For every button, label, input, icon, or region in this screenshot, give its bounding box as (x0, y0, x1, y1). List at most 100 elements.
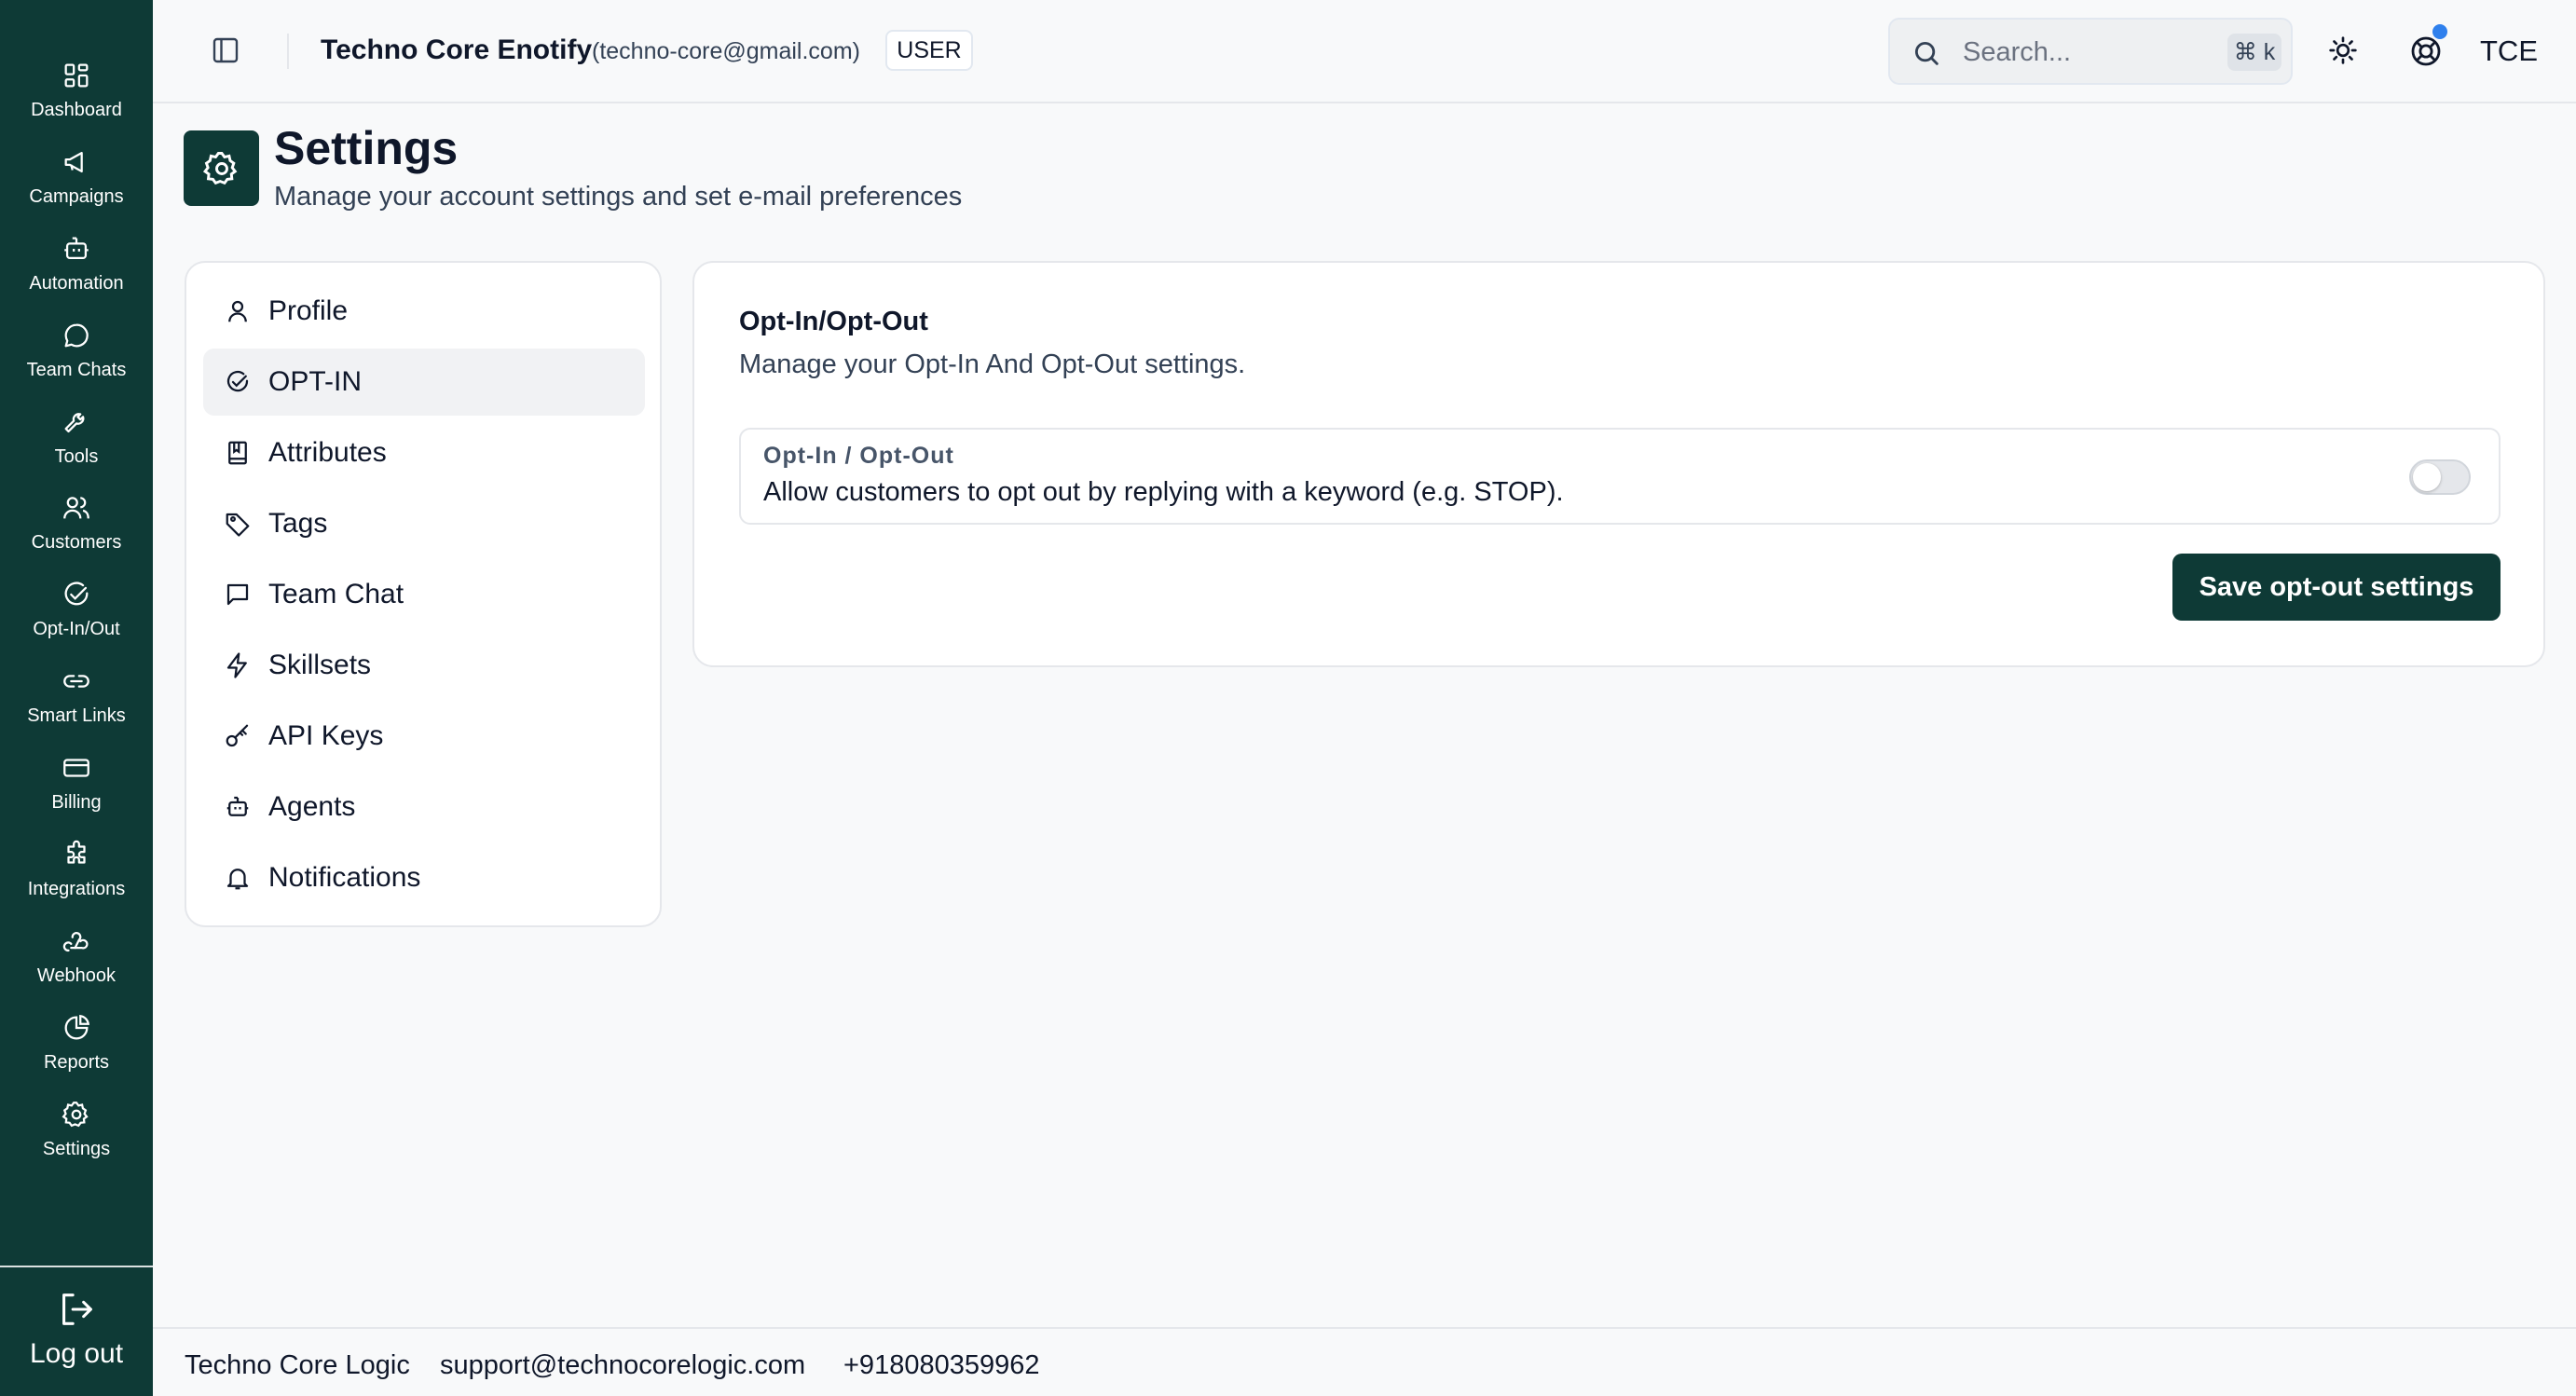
topbar-divider (287, 34, 289, 69)
check-circle-icon (64, 582, 89, 606)
settings-nav-profile[interactable]: Profile (203, 278, 645, 345)
sidebar-item-label: Billing (51, 792, 102, 813)
dashboard-icon (64, 63, 89, 88)
settings-nav: Profile OPT-IN Attributes Tags Team Chat… (185, 261, 662, 927)
wrench-icon (64, 413, 85, 433)
section-subtitle: Manage your Opt-In And Opt-Out settings. (739, 349, 1246, 379)
key-icon (226, 724, 249, 747)
settings-nav-agents[interactable]: Agents (203, 773, 645, 841)
sidebar-item-integrations[interactable]: Integrations (0, 839, 153, 917)
opt-out-toggle[interactable] (2409, 459, 2471, 495)
webhook-icon (62, 932, 89, 952)
bot-icon (64, 237, 89, 260)
settings-nav-opt-in[interactable]: OPT-IN (203, 349, 645, 416)
megaphone-icon (64, 151, 83, 173)
org-email: (techno-core@gmail.com) (592, 38, 860, 64)
sidebar-item-label: Settings (42, 1139, 111, 1159)
user-icon (228, 300, 247, 322)
footer: Techno Core Logic support@technocorelogi… (153, 1327, 2576, 1396)
toggle-sidebar-button[interactable] (209, 34, 242, 67)
panel-left-icon (212, 37, 239, 63)
search-icon (1914, 41, 1939, 65)
bell-icon (226, 869, 249, 890)
sidebar-item-webhook[interactable]: Webhook (0, 925, 153, 1004)
bot-icon (226, 796, 249, 816)
footer-phone[interactable]: +918080359962 (843, 1348, 1039, 1383)
sidebar-item-customers[interactable]: Customers (0, 492, 153, 570)
sidebar-item-label: Customers (31, 532, 122, 553)
settings-nav-tags[interactable]: Tags (203, 490, 645, 557)
message-square-icon (226, 583, 249, 606)
sidebar-item-label: Webhook (36, 965, 116, 986)
zap-icon (226, 652, 247, 678)
settings-nav-skillsets[interactable]: Skillsets (203, 632, 645, 699)
settings-nav-label: Team Chat (268, 579, 404, 609)
tag-icon (226, 513, 250, 537)
chat-bubble-icon (64, 323, 89, 348)
sidebar-item-dashboard[interactable]: Dashboard (0, 60, 153, 138)
save-opt-out-settings-button[interactable]: Save opt-out settings (2172, 554, 2501, 621)
logout-button[interactable]: Log out (0, 1288, 153, 1390)
avatar[interactable]: TCE (2478, 21, 2540, 82)
sidebar-divider (0, 1266, 153, 1267)
page-title: Settings (274, 122, 459, 174)
logout-label: Log out (29, 1338, 124, 1369)
pie-chart-icon (64, 1014, 90, 1040)
main-sidebar: Dashboard Campaigns Automation Team Chat… (0, 0, 153, 1396)
sidebar-item-billing[interactable]: Billing (0, 752, 153, 830)
search-box[interactable]: ⌘ k (1888, 18, 2293, 85)
sidebar-item-reports[interactable]: Reports (0, 1012, 153, 1090)
sidebar-item-automation[interactable]: Automation (0, 233, 153, 311)
sidebar-item-opt-in-out[interactable]: Opt-In/Out (0, 579, 153, 657)
settings-nav-label: Attributes (268, 437, 387, 468)
sidebar-item-tools[interactable]: Tools (0, 406, 153, 485)
credit-card-icon (63, 759, 89, 777)
search-input[interactable] (1963, 33, 2196, 72)
sidebar-item-campaigns[interactable]: Campaigns (0, 146, 153, 225)
footer-support-email[interactable]: support@technocorelogic.com (440, 1348, 805, 1383)
gear-icon (202, 152, 238, 185)
sidebar-item-label: Tools (54, 446, 99, 467)
search-shortcut-hint: ⌘ k (2227, 34, 2281, 71)
sidebar-item-label: Opt-In/Out (33, 619, 120, 639)
puzzle-icon (67, 840, 86, 864)
sidebar-item-label: Automation (29, 273, 124, 294)
settings-nav-label: OPT-IN (268, 366, 363, 397)
link-icon (63, 675, 89, 688)
sidebar-item-label: Integrations (27, 879, 126, 899)
settings-nav-team-chat[interactable]: Team Chat (203, 561, 645, 628)
sidebar-item-team-chats[interactable]: Team Chats (0, 320, 153, 398)
logout-icon (62, 1293, 92, 1325)
sidebar-item-label: Campaigns (29, 186, 124, 207)
sidebar-item-label: Smart Links (27, 705, 126, 726)
gear-icon (62, 1102, 89, 1128)
settings-nav-label: Skillsets (268, 650, 372, 680)
theme-toggle-button[interactable] (2324, 32, 2362, 69)
opt-in-out-card: Opt-In/Opt-Out Manage your Opt-In And Op… (692, 261, 2545, 667)
settings-nav-api-keys[interactable]: API Keys (203, 703, 645, 770)
settings-page-icon (184, 130, 259, 206)
sidebar-item-label: Team Chats (26, 360, 127, 380)
opt-out-setting-description: Allow customers to opt out by replying w… (763, 477, 1564, 507)
page-subtitle: Manage your account settings and set e-m… (274, 182, 963, 212)
sidebar-item-settings[interactable]: Settings (0, 1099, 153, 1177)
toggle-knob (2413, 463, 2441, 491)
settings-nav-label: Tags (268, 508, 328, 539)
org-name: Techno Core Enotify (321, 34, 593, 65)
settings-nav-label: API Keys (268, 720, 384, 751)
opt-out-setting-label: Opt-In / Opt-Out (763, 443, 954, 469)
settings-nav-attributes[interactable]: Attributes (203, 419, 645, 486)
check-circle-icon (226, 370, 249, 392)
sun-icon (2329, 36, 2357, 64)
sidebar-item-label: Dashboard (31, 100, 122, 120)
section-title: Opt-In/Opt-Out (739, 307, 928, 336)
sidebar-item-label: Reports (43, 1052, 110, 1073)
top-bar: Techno Core Enotify (techno-core@gmail.c… (153, 0, 2576, 103)
notification-dot (2432, 24, 2447, 39)
settings-nav-notifications[interactable]: Notifications (203, 844, 645, 911)
sidebar-item-smart-links[interactable]: Smart Links (0, 665, 153, 744)
opt-out-setting-row: Opt-In / Opt-Out Allow customers to opt … (739, 428, 2501, 525)
book-icon (228, 441, 247, 465)
settings-nav-label: Profile (268, 295, 349, 326)
settings-nav-label: Notifications (268, 862, 421, 893)
